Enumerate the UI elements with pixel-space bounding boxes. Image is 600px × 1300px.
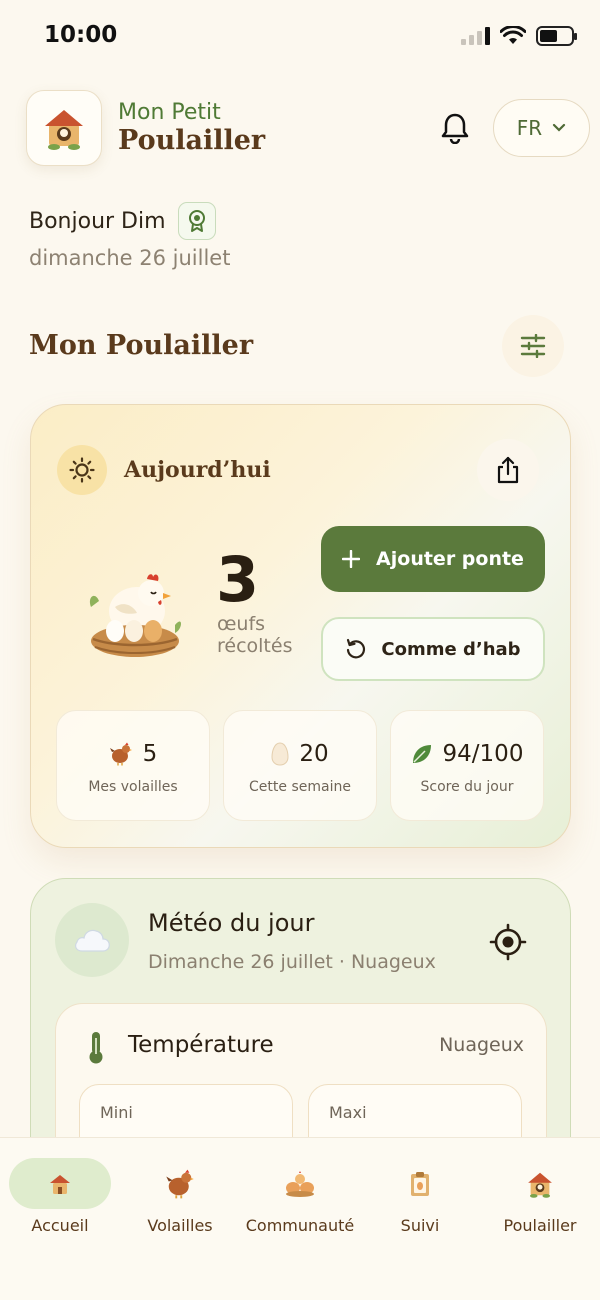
same-as-usual-button[interactable]: Comme d’hab [321, 617, 545, 681]
hen-nest-illustration [89, 574, 181, 657]
award-badge-icon[interactable] [177, 202, 216, 240]
nav-item-communaute[interactable]: Communauté [240, 1158, 360, 1238]
nav-label-communaute: Communauté [245, 1216, 355, 1235]
stat-score-value: 94/100 [442, 741, 524, 767]
stat-score-label: Score du jour [420, 779, 514, 795]
bell-icon[interactable] [440, 112, 470, 144]
brand-line-2: Poulailler [118, 125, 266, 156]
nav-item-accueil[interactable]: Accueil [0, 1158, 120, 1238]
clipboard-icon [400, 1166, 440, 1202]
chevron-down-icon [553, 123, 566, 132]
nav-label-volailles: Volailles [147, 1216, 213, 1235]
weather-title: Météo du jour [148, 909, 315, 937]
status-bar: 10:00 [0, 0, 600, 70]
app-brand: Mon Petit Poulailler [118, 100, 265, 156]
temperature-condition: Nuageux [439, 1034, 524, 1056]
nav-item-volailles[interactable]: Volailles [120, 1158, 240, 1238]
henhouse-icon [40, 1166, 80, 1202]
status-time: 10:00 [44, 22, 118, 48]
nav-item-poulailler[interactable]: Poulailler [480, 1158, 600, 1238]
add-laying-label: Ajouter ponte [376, 548, 524, 570]
egg-unit-line-1: œufs [217, 613, 266, 635]
leaf-icon [412, 745, 431, 763]
nav-item-suivi[interactable]: Suivi [360, 1158, 480, 1238]
henhouse-logo-icon [45, 110, 83, 150]
stat-poultry[interactable]: 5 Mes volailles [56, 710, 210, 821]
app-logo[interactable] [26, 90, 102, 166]
today-card: Aujourd’hui 3 œufs récoltés Ajouter pont… [30, 404, 571, 848]
greeting-text: Bonjour Dim [29, 208, 166, 234]
refresh-icon [347, 638, 366, 659]
share-button[interactable] [477, 439, 539, 501]
section-title: Mon Poulailler [29, 330, 254, 361]
thermometer-icon [89, 1032, 103, 1064]
brand-line-1: Mon Petit [118, 100, 221, 125]
locate-icon[interactable] [489, 923, 527, 961]
today-label: Aujourd’hui [124, 457, 271, 483]
stat-week-value: 20 [299, 741, 329, 767]
stat-poultry-value: 5 [142, 741, 158, 767]
sun-icon [57, 445, 107, 495]
wifi-icon [500, 26, 526, 44]
greeting: Bonjour Dim [29, 202, 216, 240]
weather-subtitle: Dimanche 26 juillet · Nuageux [148, 951, 436, 973]
egg-unit-line-2: récoltés [217, 635, 293, 657]
temperature-title: Température [128, 1032, 274, 1058]
language-label: FR [516, 116, 543, 140]
hen-icon [109, 742, 132, 766]
stat-score[interactable]: 94/100 Score du jour [390, 710, 544, 821]
chicks-icon [280, 1166, 320, 1202]
share-icon [497, 456, 519, 484]
hen-icon [160, 1166, 200, 1202]
plus-icon [342, 550, 361, 568]
egg-count: 3 [216, 543, 260, 616]
cloud-icon [55, 903, 129, 977]
nav-label-accueil: Accueil [31, 1216, 89, 1235]
stat-week-label: Cette semaine [249, 779, 351, 795]
same-as-usual-label: Comme d’hab [381, 638, 521, 660]
max-label: Maxi [329, 1103, 367, 1122]
status-icons [461, 26, 577, 46]
bottom-nav: Accueil Volailles Communauté Suivi Poula… [0, 1137, 600, 1300]
egg-unit: œufs récoltés [217, 613, 292, 657]
stat-week[interactable]: 20 Cette semaine [223, 710, 377, 821]
egg-icon [271, 742, 289, 766]
greeting-date: dimanche 26 juillet [29, 246, 231, 270]
app-header: Mon Petit Poulailler FR [26, 90, 590, 166]
nav-label-suivi: Suivi [400, 1216, 440, 1235]
filter-button[interactable] [502, 315, 564, 377]
stat-poultry-label: Mes volailles [88, 779, 178, 795]
sliders-icon [520, 334, 546, 358]
coop-icon [520, 1166, 560, 1202]
battery-icon [536, 26, 577, 46]
signal-icon [461, 27, 490, 45]
min-label: Mini [100, 1103, 133, 1122]
language-selector[interactable]: FR [493, 99, 590, 157]
add-laying-button[interactable]: Ajouter ponte [321, 526, 545, 592]
nav-label-poulailler: Poulailler [503, 1216, 577, 1235]
